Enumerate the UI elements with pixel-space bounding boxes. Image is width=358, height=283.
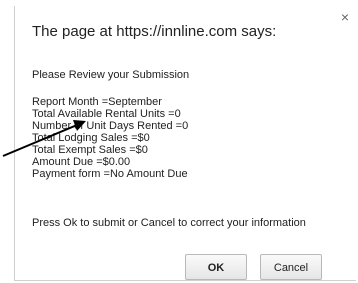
arrow-icon [2, 120, 86, 157]
arrow-shaft [2, 124, 78, 157]
